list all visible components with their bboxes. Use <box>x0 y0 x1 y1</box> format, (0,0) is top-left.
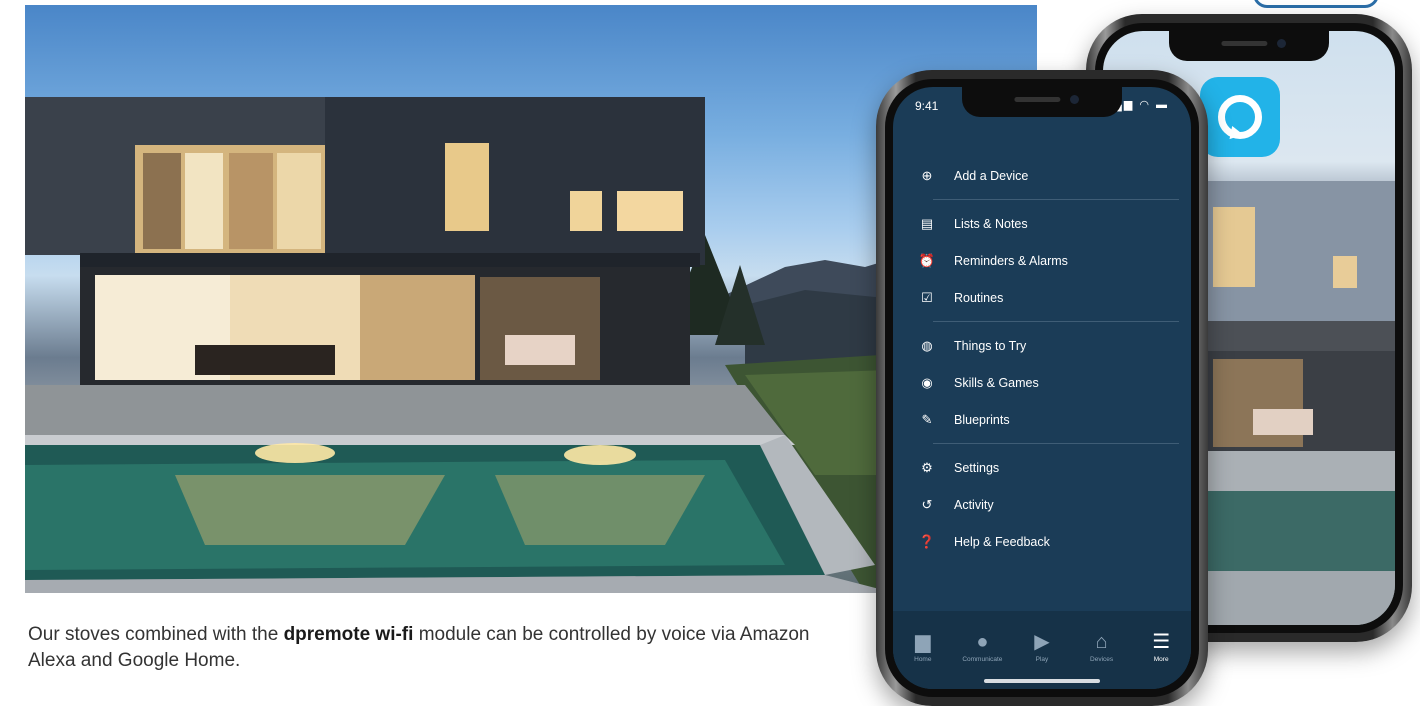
tab-label: Communicate <box>962 656 1003 663</box>
tab-label: Devices <box>1090 656 1114 663</box>
caption-brand: dpremote wi-fi <box>283 624 414 645</box>
status-time: 9:41 <box>915 99 939 113</box>
menu-divider <box>933 199 1179 200</box>
pencil-icon: ✎ <box>921 411 933 427</box>
menu-item-add-device[interactable]: ⊕ Add a Device <box>893 157 1191 194</box>
history-icon: ↺ <box>921 496 933 512</box>
menu-item-lists-notes[interactable]: ▤ Lists & Notes <box>893 205 1191 242</box>
routine-icon: ☑ <box>921 289 933 305</box>
front-phone: 9:41 ▂▄▆ ◠ ▬ ⊕ Add a Device ▤ Lists & No… <box>876 70 1208 706</box>
menu-divider <box>933 443 1179 444</box>
tab-communicate[interactable]: ● Communicate <box>956 631 1008 663</box>
alexa-ring-icon <box>1218 95 1262 139</box>
menu-item-label: Routines <box>954 290 1004 305</box>
menu-item-help-feedback[interactable]: ❓ Help & Feedback <box>893 523 1191 560</box>
menu-item-skills-games[interactable]: ◉ Skills & Games <box>893 364 1191 401</box>
alexa-app-icon[interactable] <box>1200 77 1280 157</box>
menu-item-settings[interactable]: ⚙ Settings <box>893 449 1191 486</box>
back-phone-notch <box>1169 31 1329 61</box>
menu-divider <box>933 321 1179 322</box>
menu-item-routines[interactable]: ☑ Routines <box>893 279 1191 316</box>
tab-play[interactable]: ▶ Play <box>1016 631 1068 663</box>
top-right-button[interactable] <box>1253 0 1379 8</box>
product-description: Our stoves combined with the dpremote wi… <box>28 622 828 674</box>
menu-item-label: Help & Feedback <box>954 534 1050 549</box>
tab-label: Play <box>1035 656 1049 663</box>
menu-item-label: Things to Try <box>954 338 1027 353</box>
menu-item-blueprints[interactable]: ✎ Blueprints <box>893 401 1191 438</box>
note-icon: ▤ <box>920 215 934 231</box>
menu-icon: ☰ <box>1152 631 1171 653</box>
front-phone-notch <box>962 87 1122 117</box>
tab-devices[interactable]: ⌂ Devices <box>1076 631 1128 663</box>
chat-icon: ● <box>976 631 989 653</box>
menu-item-label: Activity <box>954 497 994 512</box>
devices-icon: ⌂ <box>1095 631 1108 653</box>
alexa-menu-screen: 9:41 ▂▄▆ ◠ ▬ ⊕ Add a Device ▤ Lists & No… <box>893 87 1191 689</box>
menu-item-label: Blueprints <box>954 412 1010 427</box>
more-menu: ⊕ Add a Device ▤ Lists & Notes ⏰ Reminde… <box>893 157 1191 560</box>
caption-text-start: Our stoves combined with the <box>28 624 284 645</box>
alarm-icon: ⏰ <box>918 252 936 268</box>
menu-item-things-to-try[interactable]: ◍ Things to Try <box>893 327 1191 364</box>
home-indicator[interactable] <box>984 679 1100 683</box>
play-icon: ▶ <box>1034 631 1050 653</box>
question-icon: ❓ <box>918 533 936 549</box>
tab-more[interactable]: ☰ More <box>1135 631 1187 663</box>
menu-item-label: Skills & Games <box>954 375 1039 390</box>
home-icon: ▆ <box>915 631 931 653</box>
menu-item-label: Add a Device <box>954 168 1029 183</box>
bottom-tab-bar: ▆ Home ● Communicate ▶ Play ⌂ Devices ☰ … <box>893 611 1191 689</box>
menu-item-label: Settings <box>954 460 1000 475</box>
menu-item-label: Reminders & Alarms <box>954 253 1068 268</box>
plus-circle-icon: ⊕ <box>921 167 933 183</box>
menu-item-reminders-alarms[interactable]: ⏰ Reminders & Alarms <box>893 242 1191 279</box>
menu-item-label: Lists & Notes <box>954 216 1028 231</box>
tab-home[interactable]: ▆ Home <box>897 631 949 663</box>
location-pin-icon: ◉ <box>921 374 933 390</box>
tab-label: More <box>1153 656 1169 663</box>
gear-icon: ⚙ <box>921 459 933 475</box>
menu-item-activity[interactable]: ↺ Activity <box>893 486 1191 523</box>
compass-icon: ◍ <box>921 337 933 353</box>
tab-label: Home <box>914 656 932 663</box>
